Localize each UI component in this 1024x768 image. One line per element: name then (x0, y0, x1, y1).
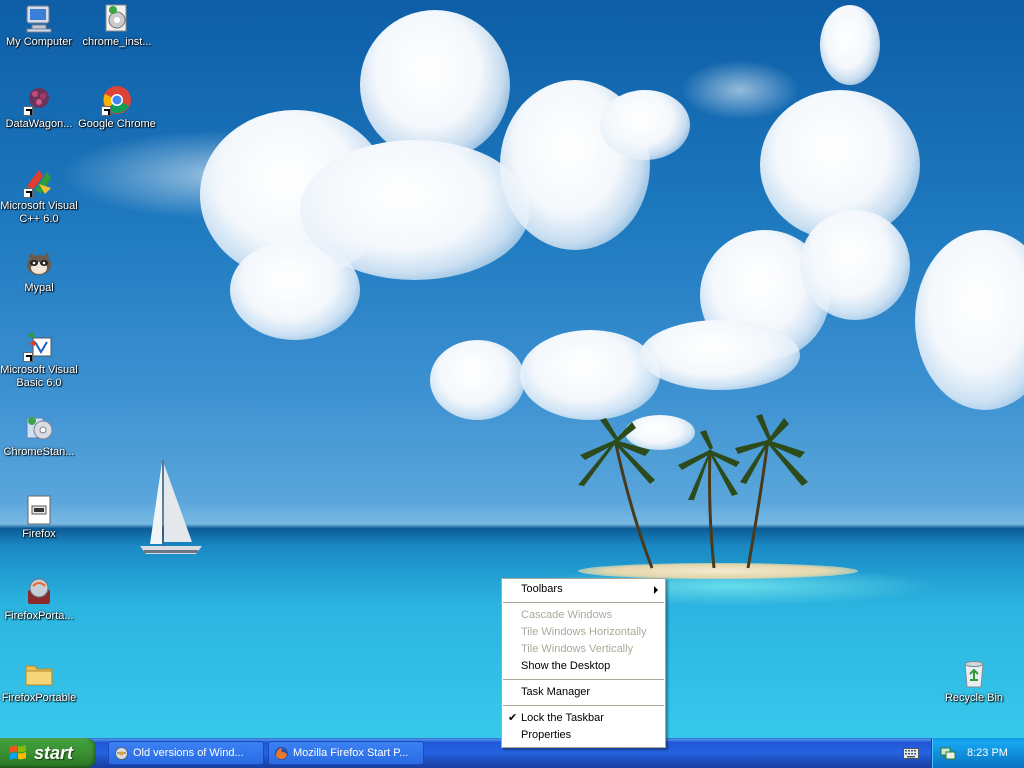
network-status-icon[interactable] (940, 745, 956, 761)
desktop-icon-label: Mypal (24, 282, 54, 294)
menu-item-label: Cascade Windows (521, 609, 613, 621)
taskbar-button-explorer[interactable]: Old versions of Wind... (108, 741, 264, 765)
checkmark-icon: ✔ (508, 712, 518, 724)
shortcut-arrow-icon (23, 106, 33, 116)
menu-item-cascade-windows: Cascade Windows (502, 607, 665, 624)
desktop-icon-visual-basic[interactable]: Microsoft Visual Basic 6.0 (0, 330, 78, 390)
desktop-icon-visual-cpp[interactable]: Microsoft Visual C++ 6.0 (0, 166, 78, 226)
wallpaper-cloud (520, 330, 660, 420)
wallpaper-cloud (300, 140, 530, 280)
datawagon-icon (23, 84, 55, 116)
desktop-icon-google-chrome[interactable]: Google Chrome (78, 84, 156, 131)
desktop-icon-label: Microsoft Visual C++ 6.0 (0, 200, 78, 225)
menu-item-toolbars[interactable]: Toolbars (502, 581, 665, 598)
desktop-icon-label: Firefox (22, 528, 56, 540)
sailboat-image (140, 460, 202, 554)
menu-item-properties[interactable]: Properties (502, 727, 665, 744)
visual-basic-icon (23, 330, 55, 362)
windows-flag-icon (10, 745, 26, 760)
clock[interactable]: 8:23 PM (967, 738, 1008, 768)
desktop-icon-label: Recycle Bin (944, 692, 1004, 704)
menu-item-tile-vertically: Tile Windows Vertically (502, 641, 665, 658)
desktop-icon-firefox-portable-folder[interactable]: FirefoxPortable (0, 658, 78, 705)
firefox-portable-icon (23, 576, 55, 608)
installer-icon (101, 2, 133, 34)
start-label: start (34, 743, 74, 763)
menu-item-lock-taskbar[interactable]: ✔ Lock the Taskbar (502, 710, 665, 727)
wallpaper-cloud (915, 230, 1024, 410)
menu-item-show-desktop[interactable]: Show the Desktop (502, 658, 665, 675)
shortcut-arrow-icon (23, 352, 33, 362)
explorer-window-icon (115, 747, 128, 760)
firefox-icon (23, 494, 55, 526)
desktop-icon-mypal[interactable]: Mypal (0, 248, 78, 295)
desktop-icon-label: Google Chrome (78, 118, 156, 130)
wallpaper-cloud (430, 340, 525, 420)
shortcut-arrow-icon (101, 106, 111, 116)
desktop-icon-label: DataWagon... (5, 118, 73, 130)
desktop-icon-firefox[interactable]: Firefox (0, 494, 78, 541)
palm-trees-image (578, 414, 808, 569)
desktop-icon-my-computer[interactable]: My Computer (0, 2, 78, 49)
desktop-icon-label: ChromeStan... (3, 446, 75, 458)
wallpaper-cloud (360, 10, 510, 160)
desktop-icon-chrome-standalone[interactable]: ChromeStan... (0, 412, 78, 459)
desktop-icon-firefox-portable-app[interactable]: FirefoxPorta... (0, 576, 78, 623)
wallpaper-cloud (800, 210, 910, 320)
wallpaper-cloud (640, 320, 800, 390)
desktop-icon-label: chrome_inst... (82, 36, 152, 48)
menu-item-label: Show the Desktop (521, 660, 611, 672)
submenu-arrow-icon (654, 586, 658, 594)
visual-cpp-icon (23, 166, 55, 198)
firefox-icon (275, 747, 288, 760)
keyboard-icon[interactable] (903, 746, 919, 759)
menu-separator (503, 705, 664, 706)
desktop-icon-label: My Computer (5, 36, 73, 48)
recycle-bin-icon (958, 658, 990, 690)
wallpaper-cloud (820, 5, 880, 85)
menu-item-label: Tile Windows Vertically (521, 643, 634, 655)
desktop-icon-label: FirefoxPorta... (4, 610, 74, 622)
mypal-icon (23, 248, 55, 280)
wallpaper-haze (680, 60, 800, 120)
folder-icon (23, 658, 55, 690)
menu-item-tile-horizontally: Tile Windows Horizontally (502, 624, 665, 641)
desktop-icon-recycle-bin[interactable]: Recycle Bin (935, 658, 1013, 705)
menu-item-task-manager[interactable]: Task Manager (502, 684, 665, 701)
shortcut-arrow-icon (23, 188, 33, 198)
desktop-icon-label: FirefoxPortable (1, 692, 77, 704)
my-computer-icon (23, 2, 55, 34)
taskbar-button-label: Old versions of Wind... (133, 747, 244, 759)
chrome-icon (101, 84, 133, 116)
menu-separator (503, 679, 664, 680)
start-button[interactable]: start (0, 738, 96, 768)
wallpaper-cloud (600, 90, 690, 160)
taskbar-button-firefox[interactable]: Mozilla Firefox Start P... (268, 741, 424, 765)
menu-separator (503, 602, 664, 603)
menu-item-label: Lock the Taskbar (521, 712, 604, 724)
menu-item-label: Task Manager (521, 686, 591, 698)
menu-item-label: Toolbars (521, 583, 563, 595)
menu-item-label: Properties (521, 729, 572, 741)
taskbar-context-menu: Toolbars Cascade Windows Tile Windows Ho… (501, 578, 666, 748)
desktop-icon-chrome-installer[interactable]: chrome_inst... (78, 2, 156, 49)
taskbar-button-label: Mozilla Firefox Start P... (293, 747, 409, 759)
desktop-icon-datawagon[interactable]: DataWagon... (0, 84, 78, 131)
menu-item-label: Tile Windows Horizontally (521, 626, 647, 638)
chrome-standalone-icon (23, 412, 55, 444)
desktop-icon-label: Microsoft Visual Basic 6.0 (0, 364, 78, 389)
system-tray: 8:23 PM (931, 738, 1024, 768)
